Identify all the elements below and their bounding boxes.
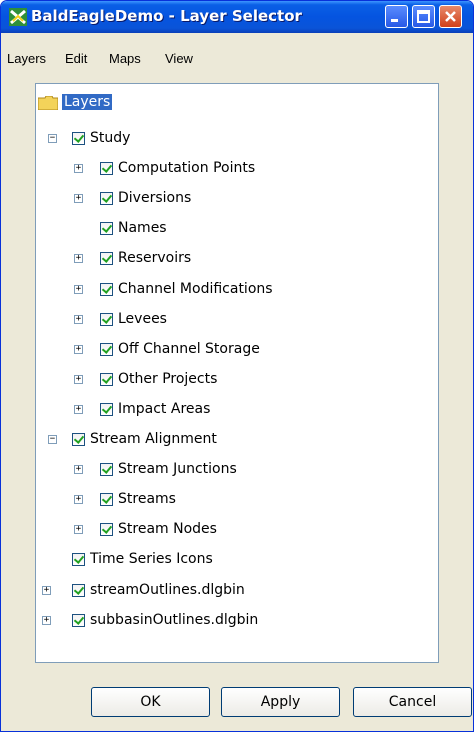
tree-node-time-series-icons[interactable]: Time Series Icons: [36, 549, 436, 569]
tree-node-streamoutlines-dlgbin[interactable]: + streamOutlines.dlgbin: [36, 580, 436, 600]
tree-node-off-channel-storage[interactable]: + Off Channel Storage: [36, 339, 436, 359]
tree-node-label: streamOutlines.dlgbin: [90, 582, 245, 598]
menu-edit[interactable]: Edit: [65, 51, 87, 66]
checkbox[interactable]: [100, 313, 113, 326]
checkbox[interactable]: [72, 433, 85, 446]
tree-node-label: Other Projects: [118, 371, 218, 387]
tree-node-subbasinoutlines-dlgbin[interactable]: + subbasinOutlines.dlgbin: [36, 610, 436, 630]
tree-node-label: Streams: [118, 491, 176, 507]
checkbox[interactable]: [100, 283, 113, 296]
tree-node-label: Stream Nodes: [118, 521, 217, 537]
expand-icon[interactable]: +: [74, 194, 83, 203]
maximize-button[interactable]: [412, 5, 435, 28]
expand-icon[interactable]: +: [74, 345, 83, 354]
ok-button[interactable]: OK: [91, 687, 210, 717]
expand-icon[interactable]: +: [42, 616, 51, 625]
checkbox[interactable]: [72, 132, 85, 145]
tree-node-label: Levees: [118, 311, 167, 327]
tree-node-label: Names: [118, 220, 167, 236]
checkbox[interactable]: [100, 493, 113, 506]
expand-icon[interactable]: +: [74, 495, 83, 504]
checkbox[interactable]: [72, 614, 85, 627]
window-title: BaldEagleDemo - Layer Selector: [31, 7, 302, 25]
close-button[interactable]: [439, 5, 462, 28]
tree-node-diversions[interactable]: + Diversions: [36, 188, 436, 208]
checkbox[interactable]: [100, 252, 113, 265]
apply-button[interactable]: Apply: [221, 687, 340, 717]
tree-node-impact-areas[interactable]: + Impact Areas: [36, 399, 436, 419]
tree-node-names[interactable]: Names: [36, 218, 436, 238]
layer-selector-window: BaldEagleDemo - Layer Selector Layers Ed…: [0, 0, 474, 732]
checkbox[interactable]: [100, 343, 113, 356]
tree-node-label: Off Channel Storage: [118, 341, 260, 357]
expand-icon[interactable]: +: [74, 285, 83, 294]
expand-icon[interactable]: +: [42, 586, 51, 595]
tree-node-stream-nodes[interactable]: + Stream Nodes: [36, 519, 436, 539]
tree-node-levees[interactable]: + Levees: [36, 309, 436, 329]
tree-node-stream-alignment[interactable]: − Stream Alignment: [36, 429, 436, 449]
tree-node-label: Diversions: [118, 190, 192, 206]
menu-maps[interactable]: Maps: [109, 51, 141, 66]
checkbox[interactable]: [100, 192, 113, 205]
checkbox[interactable]: [100, 463, 113, 476]
maximize-icon: [417, 10, 430, 23]
tree-node-study[interactable]: − Study: [36, 128, 436, 148]
tree-node-other-projects[interactable]: + Other Projects: [36, 369, 436, 389]
checkbox[interactable]: [100, 523, 113, 536]
tree-node-computation-points[interactable]: + Computation Points: [36, 158, 436, 178]
folder-icon: [38, 96, 58, 110]
expand-icon[interactable]: +: [74, 405, 83, 414]
expand-icon[interactable]: +: [74, 525, 83, 534]
tree-node-streams[interactable]: + Streams: [36, 489, 436, 509]
layer-tree[interactable]: Layers − Study + Computation Points + Diversi…: [35, 83, 439, 663]
expand-icon[interactable]: +: [74, 465, 83, 474]
checkbox[interactable]: [100, 222, 113, 235]
title-bar[interactable]: BaldEagleDemo - Layer Selector: [1, 1, 473, 33]
collapse-icon[interactable]: −: [48, 435, 57, 444]
menu-layers[interactable]: Layers: [7, 51, 46, 66]
checkbox[interactable]: [72, 553, 85, 566]
tree-node-channel-modifications[interactable]: + Channel Modifications: [36, 279, 436, 299]
minimize-icon: [391, 19, 398, 22]
tree-node-label: Reservoirs: [118, 250, 192, 266]
cancel-button[interactable]: Cancel: [353, 687, 472, 717]
tree-node-stream-junctions[interactable]: + Stream Junctions: [36, 459, 436, 479]
close-icon: [445, 11, 456, 22]
tree-node-label: Time Series Icons: [90, 551, 213, 567]
collapse-icon[interactable]: −: [48, 134, 57, 143]
tree-node-label: Channel Modifications: [118, 281, 273, 297]
tree-node-label: Impact Areas: [118, 401, 211, 417]
tree-node-label: subbasinOutlines.dlgbin: [90, 612, 259, 628]
checkbox[interactable]: [100, 162, 113, 175]
tree-node-label: Computation Points: [118, 160, 256, 176]
app-icon: [9, 8, 27, 26]
checkbox[interactable]: [100, 373, 113, 386]
expand-icon[interactable]: +: [74, 254, 83, 263]
expand-icon[interactable]: +: [74, 164, 83, 173]
expand-icon[interactable]: +: [74, 375, 83, 384]
menu-view[interactable]: View: [165, 51, 193, 66]
tree-node-label: Stream Alignment: [90, 431, 217, 447]
tree-node-label: Stream Junctions: [118, 461, 237, 477]
checkbox[interactable]: [72, 584, 85, 597]
expand-icon[interactable]: +: [74, 315, 83, 324]
checkbox[interactable]: [100, 403, 113, 416]
tree-node-label: Study: [90, 130, 131, 146]
tree-root-label[interactable]: Layers: [62, 94, 113, 110]
tree-node-reservoirs[interactable]: + Reservoirs: [36, 248, 436, 268]
minimize-button[interactable]: [385, 5, 408, 28]
